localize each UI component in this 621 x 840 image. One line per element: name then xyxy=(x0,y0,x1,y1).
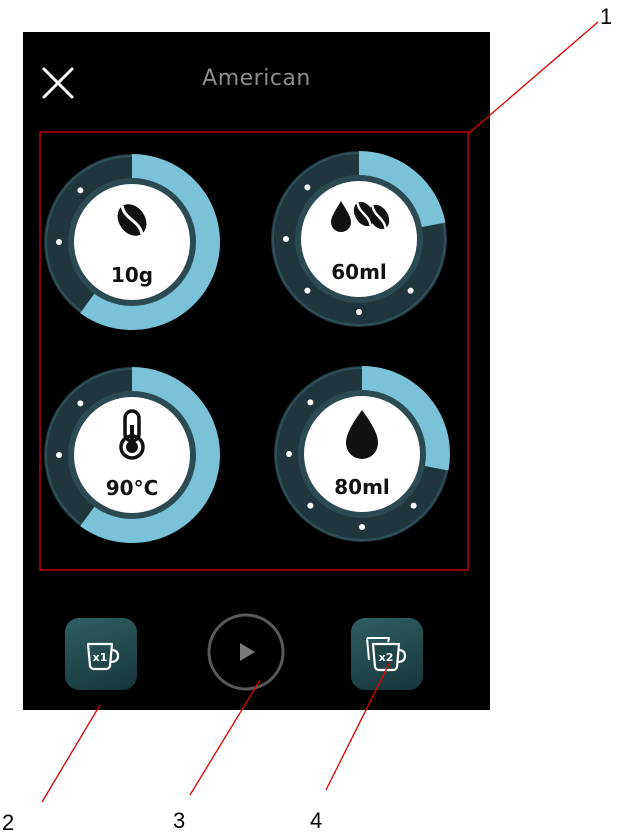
milk-amount-value: 80ml xyxy=(334,475,390,499)
water-amount-dial[interactable]: 60ml xyxy=(269,149,449,329)
double-cup-icon: x2 xyxy=(366,637,407,672)
thermometer-icon xyxy=(119,409,145,460)
temperature-value: 90°C xyxy=(105,476,159,500)
coffee-machine-screen: American 10g 60ml 90°C 80ml x1 x2 xyxy=(23,32,490,710)
single-cup-label: x1 xyxy=(93,651,108,664)
coffee-bean-icon xyxy=(117,204,147,236)
double-cup-button[interactable]: x2 xyxy=(351,618,423,690)
play-icon xyxy=(207,613,285,691)
page-title: American xyxy=(202,66,311,91)
start-brew-button[interactable] xyxy=(206,612,286,692)
double-cup-label: x2 xyxy=(379,651,394,664)
single-cup-icon: x1 xyxy=(86,642,120,671)
water-amount-value: 60ml xyxy=(331,260,387,284)
milk-amount-dial[interactable]: 80ml xyxy=(272,364,452,544)
coffee-beans-and-drops-icon xyxy=(331,201,390,232)
temperature-dial[interactable]: 90°C xyxy=(42,365,222,545)
annotation-label-4: 4 xyxy=(310,808,323,833)
annotation-label-3: 3 xyxy=(173,808,186,833)
annotation-label-1: 1 xyxy=(600,4,613,29)
annotation-label-2: 2 xyxy=(2,810,15,835)
single-cup-button[interactable]: x1 xyxy=(65,618,137,690)
water-drop-icon xyxy=(346,410,378,459)
coffee-amount-value: 10g xyxy=(110,263,154,287)
coffee-amount-dial[interactable]: 10g xyxy=(42,152,222,332)
